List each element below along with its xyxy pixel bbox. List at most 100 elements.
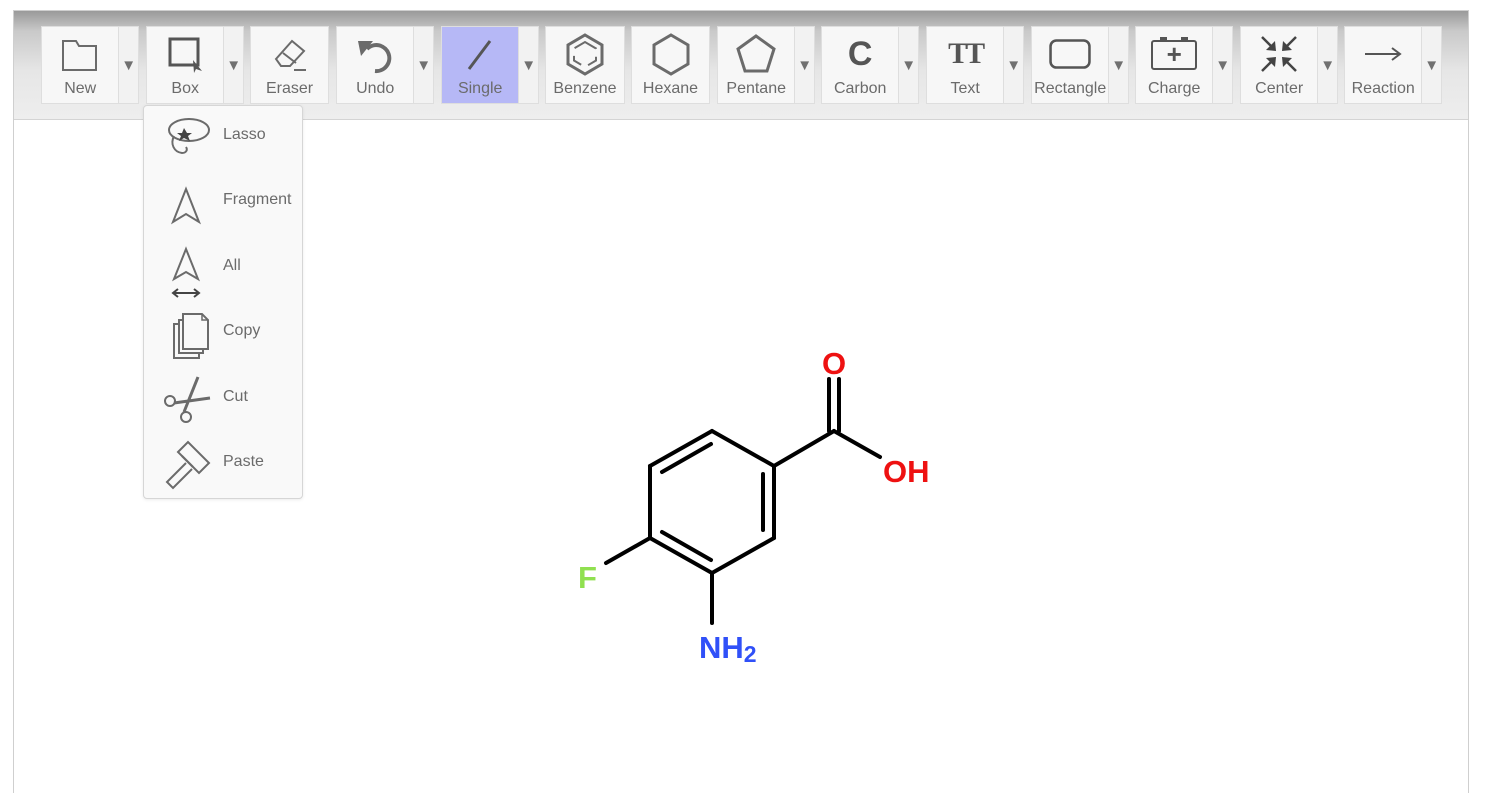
undo-icon <box>353 32 397 76</box>
atom-amine[interactable]: NH2 <box>699 630 757 667</box>
bond-c3-c4 <box>710 536 776 575</box>
carbon-icon: C <box>838 32 882 76</box>
rectangle-icon <box>1048 32 1092 76</box>
rectangle-dropdown-arrow[interactable]: ▼ <box>1108 27 1128 103</box>
benzene-icon <box>563 32 607 76</box>
menu-item-label: Cut <box>223 388 248 405</box>
rectangle-label: Rectangle <box>1034 80 1107 97</box>
hexane-button[interactable]: Hexane <box>632 27 709 103</box>
center-dropdown-arrow[interactable]: ▼ <box>1317 27 1337 103</box>
menu-item-all[interactable]: All <box>144 239 302 301</box>
tool-reaction: Reaction ▼ <box>1344 26 1442 104</box>
bond-c-oh <box>832 429 882 459</box>
pentane-dropdown-arrow[interactable]: ▼ <box>794 27 814 103</box>
benzene-label: Benzene <box>553 80 617 97</box>
reaction-button[interactable]: Reaction <box>1345 27 1421 103</box>
text-glyph: TT <box>948 37 985 70</box>
folder-icon <box>58 32 102 76</box>
single-dropdown-arrow[interactable]: ▼ <box>518 27 538 103</box>
charge-glyph: + <box>1166 39 1182 69</box>
tool-carbon: C Carbon ▼ <box>821 26 919 104</box>
tool-center: Center ▼ <box>1240 26 1338 104</box>
text-icon: TT <box>943 32 987 76</box>
tool-hexane: Hexane <box>631 26 710 104</box>
single-label: Single <box>457 80 503 97</box>
tool-rectangle: Rectangle ▼ <box>1031 26 1129 104</box>
eraser-label: Eraser <box>265 80 314 97</box>
menu-item-label: Copy <box>223 322 261 339</box>
text-label: Text <box>950 80 980 97</box>
center-button[interactable]: Center <box>1241 27 1317 103</box>
menu-item-paste[interactable]: Paste <box>144 435 302 497</box>
menu-item-lasso[interactable]: Lasso <box>144 108 302 170</box>
new-label: New <box>64 80 97 97</box>
tool-pentane: Pentane ▼ <box>717 26 815 104</box>
menu-item-label: Fragment <box>223 191 292 208</box>
scissors-icon <box>162 372 212 426</box>
charge-button[interactable]: + Charge <box>1136 27 1212 103</box>
tool-charge: + Charge ▼ <box>1135 26 1233 104</box>
reaction-label: Reaction <box>1351 80 1415 97</box>
paste-icon <box>162 437 212 491</box>
charge-icon: + <box>1151 32 1198 76</box>
carbon-glyph: C <box>847 35 873 73</box>
atom-fluorine[interactable]: F <box>578 560 597 595</box>
bond-c1-c2 <box>710 429 776 468</box>
carbon-dropdown-arrow[interactable]: ▼ <box>898 27 918 103</box>
reaction-dropdown-arrow[interactable]: ▼ <box>1421 27 1441 103</box>
text-button[interactable]: TT Text <box>927 27 1003 103</box>
tool-new: New ▼ <box>41 26 139 104</box>
eraser-icon <box>268 32 312 76</box>
benzene-button[interactable]: Benzene <box>546 27 624 103</box>
carbon-button[interactable]: C Carbon <box>822 27 898 103</box>
tool-single: Single ▼ <box>441 26 539 104</box>
select-all-icon <box>162 241 212 298</box>
single-bond-icon <box>458 32 502 76</box>
pentane-button[interactable]: Pentane <box>718 27 794 103</box>
rectangle-button[interactable]: Rectangle <box>1032 27 1108 103</box>
selection-menu: Lasso Fragment All Copy Cut Paste <box>143 105 303 499</box>
charge-dropdown-arrow[interactable]: ▼ <box>1212 27 1232 103</box>
single-bond-button[interactable]: Single <box>442 27 519 103</box>
pentane-label: Pentane <box>726 80 786 97</box>
menu-item-label: All <box>223 257 241 274</box>
tool-box: Box ▼ <box>146 26 244 104</box>
menu-item-fragment[interactable]: Fragment <box>144 173 302 235</box>
toolbar: New ▼ Box ▼ Eraser Undo ▼ Single ▼ Benze… <box>14 11 1468 120</box>
center-icon <box>1257 32 1301 76</box>
lasso-icon <box>162 110 212 164</box>
tool-text: TT Text ▼ <box>926 26 1024 104</box>
box-select-icon <box>163 32 207 76</box>
bond-c-f <box>604 536 652 565</box>
aromatic-inner-bond <box>660 530 713 562</box>
box-label: Box <box>171 80 199 97</box>
tool-undo: Undo ▼ <box>336 26 434 104</box>
fragment-select-icon <box>162 175 212 229</box>
menu-item-cut[interactable]: Cut <box>144 370 302 432</box>
pentagon-icon <box>734 32 778 76</box>
text-dropdown-arrow[interactable]: ▼ <box>1003 27 1023 103</box>
new-button[interactable]: New <box>42 27 118 103</box>
bond-ring-carboxyl <box>772 429 836 468</box>
menu-item-label: Paste <box>223 453 264 470</box>
center-label: Center <box>1255 80 1304 97</box>
copy-icon <box>162 306 212 360</box>
carbon-label: Carbon <box>833 80 887 97</box>
box-dropdown-arrow[interactable]: ▼ <box>223 27 243 103</box>
hexane-label: Hexane <box>642 80 699 97</box>
box-button[interactable]: Box <box>147 27 223 103</box>
hexagon-icon <box>649 32 693 76</box>
atom-carbonyl-oxygen[interactable]: O <box>822 346 846 381</box>
new-dropdown-arrow[interactable]: ▼ <box>118 27 138 103</box>
undo-dropdown-arrow[interactable]: ▼ <box>413 27 433 103</box>
menu-item-copy[interactable]: Copy <box>144 304 302 366</box>
eraser-button[interactable]: Eraser <box>251 27 328 103</box>
reaction-arrow-icon <box>1361 32 1405 76</box>
undo-button[interactable]: Undo <box>337 27 413 103</box>
atom-hydroxyl[interactable]: OH <box>883 454 930 489</box>
menu-item-label: Lasso <box>223 126 266 143</box>
aromatic-inner-bond <box>660 442 713 474</box>
charge-label: Charge <box>1147 80 1201 97</box>
tool-eraser: Eraser <box>250 26 329 104</box>
tool-benzene: Benzene <box>545 26 625 104</box>
